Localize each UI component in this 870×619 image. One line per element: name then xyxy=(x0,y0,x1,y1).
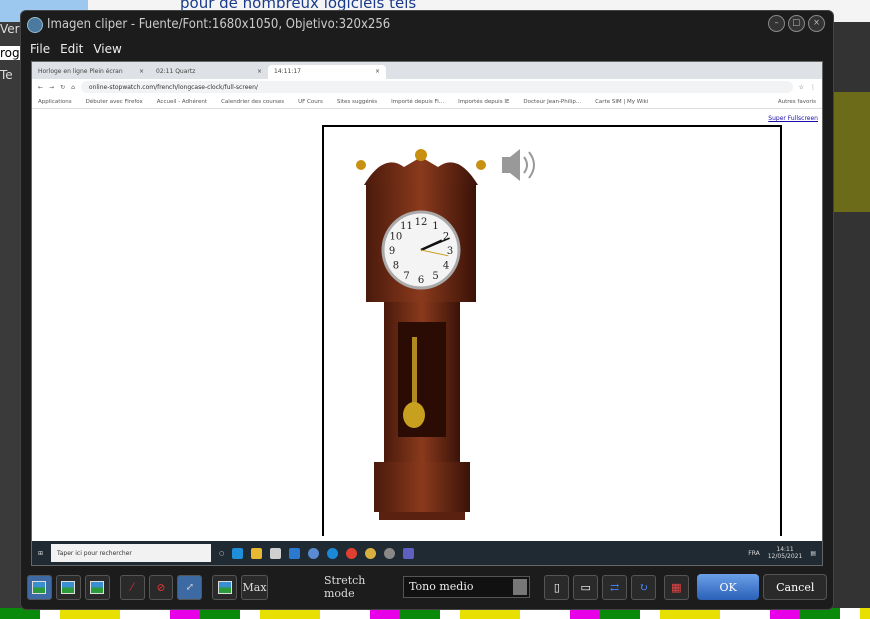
clock-numeral: 9 xyxy=(389,246,395,257)
stretch-mode-select[interactable]: Tono medio xyxy=(403,576,531,598)
hw-toggle-button[interactable]: ⁄ xyxy=(119,574,145,600)
image-icon xyxy=(32,580,47,594)
globe-icon[interactable] xyxy=(308,547,320,559)
bookmark-item[interactable]: Débuter avec Firefox xyxy=(86,99,143,105)
reload-icon[interactable]: ↻ xyxy=(60,84,65,91)
clock-numeral: 7 xyxy=(403,271,409,282)
speaker-icon[interactable] xyxy=(502,149,535,181)
fit-button[interactable]: ⤢ xyxy=(177,574,203,600)
maximize-button[interactable]: □ xyxy=(788,15,805,32)
bookmark-item[interactable]: Sites suggérés xyxy=(337,99,377,105)
title-bar: Imagen cliper - Fuente/Font:1680x1050, O… xyxy=(21,11,833,38)
bookmark-item[interactable]: Docteur Jean-Philip... xyxy=(523,99,581,105)
window-title: Imagen cliper - Fuente/Font:1680x1050, O… xyxy=(47,17,391,32)
clock-numeral: 8 xyxy=(393,261,399,272)
app-logo-icon xyxy=(27,16,43,33)
start-icon[interactable]: ⊞ xyxy=(38,550,43,557)
clock-numeral: 1 xyxy=(432,221,438,232)
browser-tab[interactable]: Horloge en ligne Plein écran × xyxy=(32,65,150,79)
bookmark-item[interactable]: Calendrier des courses xyxy=(221,99,284,105)
rotate-button[interactable]: ↻ xyxy=(631,574,656,600)
cortana-icon[interactable]: ○ xyxy=(219,550,224,557)
explorer-icon[interactable] xyxy=(251,547,263,559)
app-icon[interactable] xyxy=(384,547,396,559)
color-button[interactable]: ▦ xyxy=(663,574,689,600)
clock-numeral: 11 xyxy=(400,221,413,232)
menu-edit[interactable]: Edit xyxy=(60,42,83,56)
menu-icon[interactable]: ⋮ xyxy=(810,84,816,91)
clock-numeral: 6 xyxy=(418,275,424,286)
bookmark-item[interactable]: Importés depuis IE xyxy=(458,99,509,105)
swap-button[interactable]: ⇄ xyxy=(602,574,628,600)
clock-numeral: 12 xyxy=(415,217,428,228)
stretch-mode-label: Stretch mode xyxy=(323,574,366,600)
notifications-icon[interactable]: ▤ xyxy=(810,550,816,557)
bookmark-item[interactable]: Accueil - Adhérent xyxy=(157,99,207,105)
ok-button[interactable]: OK xyxy=(696,574,760,600)
bookmark-item[interactable]: Carte SIM | My Wiki xyxy=(595,99,648,105)
image-mode-button[interactable] xyxy=(27,574,52,600)
clock-numeral: 5 xyxy=(432,271,438,282)
star-icon[interactable]: ☆ xyxy=(799,84,804,91)
address-bar-row: ← → ↻ ⌂ online-stopwatch.com/french/longcas… xyxy=(32,79,822,95)
preview-button[interactable] xyxy=(212,574,238,600)
no-cursor-button[interactable]: ⊘ xyxy=(148,574,174,600)
browser-tabs: Horloge en ligne Plein écran × 02:11 Quar… xyxy=(32,62,822,79)
browser-tab[interactable]: 02:11 Quartz × xyxy=(150,65,268,79)
menu-view[interactable]: View xyxy=(93,42,121,56)
clock-numeral: 4 xyxy=(443,261,449,272)
app-icon[interactable] xyxy=(365,547,377,559)
image-icon xyxy=(61,580,76,594)
clock-frame: 1 2 3 4 5 6 7 8 9 10 11 12 xyxy=(322,125,782,536)
chevron-down-icon[interactable] xyxy=(513,579,528,595)
taskbar-clock[interactable]: 14:11 12/05/2021 xyxy=(768,546,803,560)
menu-bar: File Edit View xyxy=(21,38,833,60)
bottom-toolbar: ⁄ ⊘ ⤢ Max Stretch mode Tono medio ▯ ▭ ⇄ … xyxy=(27,571,828,603)
close-button[interactable]: × xyxy=(808,15,825,32)
image-bar-button[interactable] xyxy=(55,574,81,600)
back-icon[interactable]: ← xyxy=(38,84,43,91)
windows-taskbar: ⊞ Taper ici pour rechercher ○ FRA 14:11 1… xyxy=(32,541,822,565)
image-icon xyxy=(90,580,105,594)
mail-icon[interactable] xyxy=(289,547,301,559)
store-icon[interactable] xyxy=(270,547,282,559)
menu-file[interactable]: File xyxy=(30,42,50,56)
app-icon[interactable] xyxy=(403,547,415,559)
browser-tab-active[interactable]: 14:11:17 × xyxy=(268,65,386,79)
url-input[interactable]: online-stopwatch.com/french/longcase-clo… xyxy=(80,81,793,93)
image-icon xyxy=(217,580,232,594)
forward-icon[interactable]: → xyxy=(49,84,54,91)
bookmark-item[interactable]: Applications xyxy=(38,99,72,105)
language-indicator[interactable]: FRA xyxy=(748,550,759,557)
edge-icon[interactable] xyxy=(232,547,244,559)
bookmark-item[interactable]: Autres favoris xyxy=(778,99,816,105)
cancel-button[interactable]: Cancel xyxy=(763,574,828,600)
bookmark-item[interactable]: UF Cours xyxy=(298,99,323,105)
super-fullscreen-link[interactable]: Super Fullscreen xyxy=(768,115,818,122)
clock-numeral: 10 xyxy=(390,232,403,243)
capture-preview[interactable]: Horloge en ligne Plein écran × 02:11 Quar… xyxy=(31,61,823,566)
taskbar-search[interactable]: Taper ici pour rechercher xyxy=(51,544,212,562)
background-right-panel xyxy=(833,22,870,612)
bookmark-item[interactable]: Importé depuis Fi... xyxy=(391,99,444,105)
grandfather-clock: 1234567891011 12 xyxy=(356,149,535,520)
image-frame-button[interactable] xyxy=(84,574,110,600)
max-button[interactable]: Max xyxy=(241,574,268,600)
bookmarks-bar: Applications Débuter avec Firefox Accueil … xyxy=(32,95,822,109)
background-left-panel: Ver rog Te xyxy=(0,22,22,612)
image-clipper-dialog: Imagen cliper - Fuente/Font:1680x1050, O… xyxy=(20,10,834,610)
minimize-button[interactable]: – xyxy=(768,15,785,32)
chrome-icon[interactable] xyxy=(346,547,358,559)
align-left-button[interactable]: ▯ xyxy=(544,574,570,600)
home-icon[interactable]: ⌂ xyxy=(71,84,75,91)
skype-icon[interactable] xyxy=(327,547,339,559)
align-top-button[interactable]: ▭ xyxy=(573,574,599,600)
